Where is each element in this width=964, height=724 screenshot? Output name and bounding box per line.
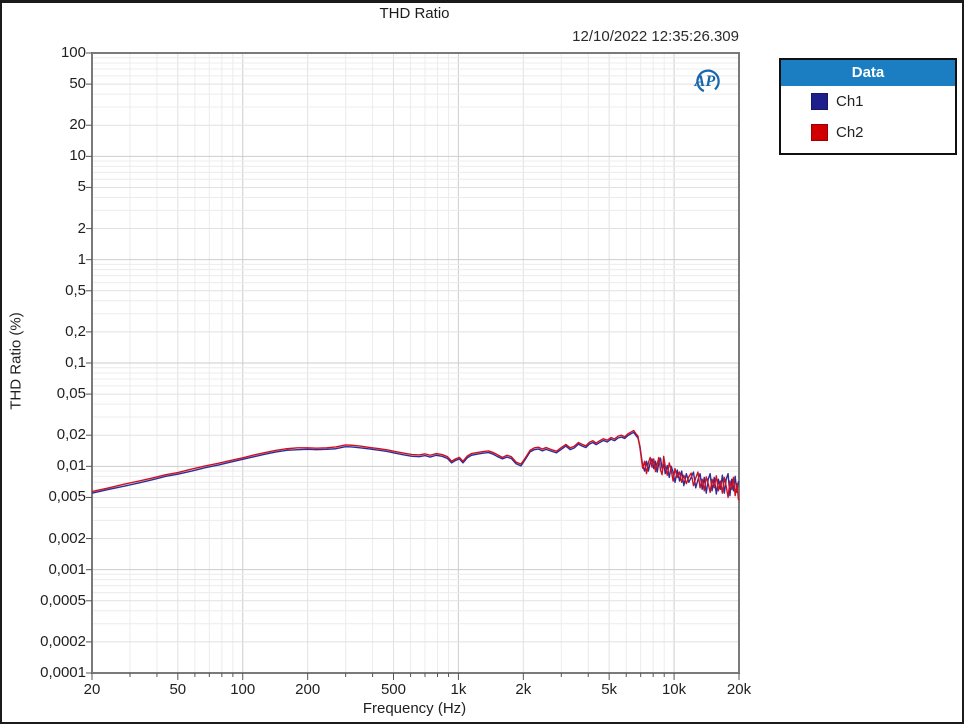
y-tick-label: 0,02 bbox=[56, 426, 86, 444]
x-tick-label: 5k bbox=[601, 681, 618, 698]
x-tick-label: 200 bbox=[295, 681, 321, 698]
y-tick-label: 10 bbox=[69, 147, 86, 165]
x-tick-label: 20 bbox=[83, 681, 101, 698]
y-tick-label: 5 bbox=[77, 178, 86, 196]
y-axis-title: THD Ratio (%) bbox=[7, 312, 25, 410]
app-window: THD Ratio 12/10/2022 12:35:26.309 100 50 2… bbox=[0, 0, 964, 724]
audio-precision-logo-icon: AP bbox=[694, 69, 720, 93]
y-tick-label: 50 bbox=[69, 75, 86, 93]
x-tick-label: 50 bbox=[169, 681, 187, 698]
ch2-color-swatch bbox=[811, 124, 828, 141]
x-axis-title: Frequency (Hz) bbox=[362, 700, 467, 717]
legend-item-ch1[interactable]: Ch1 bbox=[781, 86, 955, 117]
y-tick-label: 100 bbox=[60, 44, 86, 61]
svg-text:AP: AP bbox=[694, 73, 716, 90]
x-tick-label: 10k bbox=[661, 681, 687, 698]
y-tick-label: 0,5 bbox=[65, 281, 86, 299]
y-tick-label: 0,005 bbox=[48, 488, 86, 506]
plot-area[interactable] bbox=[86, 52, 740, 680]
x-tick-label: 100 bbox=[230, 681, 256, 698]
x-tick-label: 500 bbox=[380, 681, 406, 698]
y-tick-label: 0,001 bbox=[48, 560, 86, 578]
legend-item-ch2[interactable]: Ch2 bbox=[781, 117, 955, 148]
y-tick-label: 20 bbox=[69, 116, 86, 134]
ch1-label: Ch1 bbox=[836, 93, 864, 110]
x-tick-label: 20k bbox=[726, 681, 752, 698]
legend-panel: Data Ch1 Ch2 bbox=[779, 58, 957, 155]
ch2-label: Ch2 bbox=[836, 124, 864, 141]
x-tick-label: 2k bbox=[515, 681, 532, 698]
chart-title: THD Ratio bbox=[379, 5, 450, 22]
x-tick-label: 1k bbox=[450, 681, 467, 698]
curve-ch2 bbox=[91, 429, 740, 501]
measurement-timestamp: 12/10/2022 12:35:26.309 bbox=[572, 28, 739, 45]
y-tick-label: 0,0002 bbox=[40, 632, 86, 650]
y-tick-label: 2 bbox=[77, 219, 86, 237]
ch1-color-swatch bbox=[811, 93, 828, 110]
legend-title: Data bbox=[781, 60, 955, 86]
y-tick-label: 0,0001 bbox=[40, 664, 86, 681]
y-tick-label: 0,01 bbox=[56, 457, 86, 475]
y-tick-label: 0,0005 bbox=[40, 591, 86, 609]
y-tick-label: 1 bbox=[77, 250, 86, 268]
y-tick-label: 0,002 bbox=[48, 529, 86, 547]
